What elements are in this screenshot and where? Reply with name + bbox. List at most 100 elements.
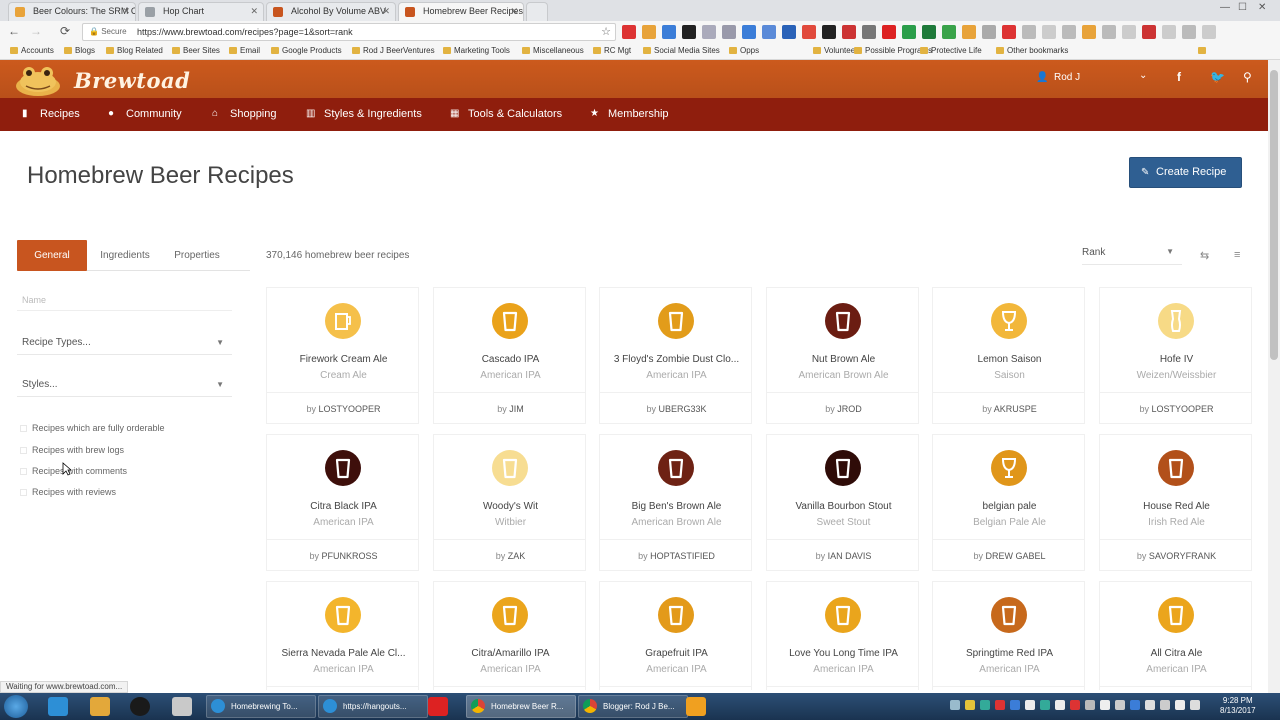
recipe-name[interactable]: Love You Long Time IPA	[771, 648, 916, 659]
extension-icon[interactable]	[942, 25, 956, 39]
recipe-card[interactable]: 3 Floyd's Zombie Dust Clo... American IPA…	[599, 287, 752, 424]
recipe-author[interactable]: by UBERG33K	[604, 404, 749, 414]
recipe-card[interactable]: Big Ben's Brown Ale American Brown Ale by …	[599, 434, 752, 571]
recipe-card[interactable]: Cascado IPA American IPA by JIM	[433, 287, 586, 424]
taskbar-task[interactable]: https://hangouts...	[318, 695, 428, 718]
recipe-name[interactable]: Grapefruit IPA	[604, 648, 749, 659]
author-name[interactable]: PFUNKROSS	[322, 551, 378, 561]
tray-icon[interactable]	[1055, 700, 1065, 710]
extension-icon[interactable]	[882, 25, 896, 39]
tray-icon[interactable]	[1040, 700, 1050, 710]
minimize-icon[interactable]: —	[1220, 2, 1230, 13]
tab-general[interactable]: General	[17, 240, 87, 271]
bookmark-item[interactable]: Opps	[729, 46, 759, 55]
tray-icon[interactable]	[950, 700, 960, 710]
recipe-name[interactable]: All Citra Ale	[1104, 648, 1249, 659]
site-logo-text[interactable]: Brewtoad	[74, 68, 190, 93]
recipe-name[interactable]: House Red Ale	[1104, 501, 1249, 512]
recipe-author[interactable]: by LOSTYOOPER	[271, 404, 416, 414]
extension-icon[interactable]	[1002, 25, 1016, 39]
bookmark-item[interactable]: Blog Related	[106, 46, 163, 55]
tray-icon[interactable]	[1190, 700, 1200, 710]
tray-icon[interactable]	[1010, 700, 1020, 710]
extension-icon[interactable]	[762, 25, 776, 39]
extension-icon[interactable]	[1142, 25, 1156, 39]
recipe-author[interactable]: by ZAK	[438, 551, 583, 561]
tab-close-icon[interactable]: ✕	[122, 3, 130, 20]
extension-icon[interactable]	[862, 25, 876, 39]
filter-settings-icon[interactable]: ⇆	[1200, 249, 1209, 262]
forward-icon[interactable]: →	[30, 24, 42, 38]
tray-icon[interactable]	[1160, 700, 1170, 710]
tab-close-icon[interactable]: ✕	[250, 3, 258, 20]
tray-icon[interactable]	[1115, 700, 1125, 710]
recipe-name[interactable]: Cascado IPA	[438, 354, 583, 365]
recipe-author[interactable]: by HOPTASTIFIED	[604, 551, 749, 561]
recipe-name[interactable]: Sierra Nevada Pale Ale Cl...	[271, 648, 416, 659]
bookmark-item[interactable]: Miscellaneous	[522, 46, 584, 55]
nav-membership[interactable]: ★ Membership	[590, 108, 669, 120]
taskbar-clock[interactable]: 9:28 PM 8/13/2017	[1220, 696, 1256, 716]
media-icon[interactable]	[130, 697, 150, 716]
twitter-icon[interactable]: 🐦	[1210, 70, 1225, 84]
page-scrollbar[interactable]	[1268, 60, 1280, 693]
outlook-icon[interactable]	[686, 697, 706, 716]
author-name[interactable]: SAVORYFRANK	[1149, 551, 1216, 561]
extension-icon[interactable]	[1082, 25, 1096, 39]
recipe-name[interactable]: Vanilla Bourbon Stout	[771, 501, 916, 512]
tray-icon[interactable]	[980, 700, 990, 710]
taskbar-task[interactable]: Homebrew Beer R...	[466, 695, 576, 718]
bookmark-item[interactable]: Social Media Sites	[643, 46, 720, 55]
extension-icon[interactable]	[722, 25, 736, 39]
recipe-author[interactable]: by AKRUSPE	[937, 404, 1082, 414]
recipe-author[interactable]: by LOSTYOOPER	[1104, 404, 1249, 414]
bookmark-item[interactable]: Marketing Tools	[443, 46, 510, 55]
facebook-icon[interactable]: f	[1177, 70, 1181, 84]
bookmark-item[interactable]: Blogs	[64, 46, 95, 55]
author-name[interactable]: JIM	[509, 404, 524, 414]
recipe-card[interactable]: Springtime Red IPA American IPA	[932, 581, 1085, 690]
maximize-icon[interactable]: ☐	[1238, 2, 1247, 13]
extension-icon[interactable]	[802, 25, 816, 39]
bookmark-item[interactable]: Volunteer	[813, 46, 858, 55]
extension-icon[interactable]	[742, 25, 756, 39]
start-button[interactable]	[4, 695, 28, 718]
extension-icon[interactable]	[1062, 25, 1076, 39]
recipe-card[interactable]: Firework Cream Ale Cream Ale by LOSTYOOPER	[266, 287, 419, 424]
bookmark-item[interactable]: Other bookmarks	[996, 46, 1068, 55]
extension-icon[interactable]	[642, 25, 656, 39]
author-name[interactable]: DREW GABEL	[986, 551, 1046, 561]
recipe-author[interactable]: by JIM	[438, 404, 583, 414]
extension-icon[interactable]	[1042, 25, 1056, 39]
extension-icon[interactable]	[682, 25, 696, 39]
recipe-author[interactable]: by JROD	[771, 404, 916, 414]
search-icon[interactable]: ⚲	[1243, 70, 1252, 84]
reload-icon[interactable]: ⟳	[60, 24, 70, 38]
recipe-author[interactable]: by DREW GABEL	[937, 551, 1082, 561]
extension-icon[interactable]	[702, 25, 716, 39]
tray-icon[interactable]	[965, 700, 975, 710]
author-name[interactable]: JROD	[837, 404, 862, 414]
user-menu[interactable]: 👤 Rod J	[1036, 72, 1080, 83]
recipe-card[interactable]: House Red Ale Irish Red Ale by SAVORYFRANK	[1099, 434, 1252, 571]
bookmark-item[interactable]: Beer Sites	[172, 46, 220, 55]
author-name[interactable]: LOSTYOOPER	[1152, 404, 1214, 414]
app-icon[interactable]	[172, 697, 192, 716]
extension-icon[interactable]	[1122, 25, 1136, 39]
extension-icon[interactable]	[962, 25, 976, 39]
nav-community[interactable]: ● Community	[108, 108, 182, 120]
acrobat-icon[interactable]	[428, 697, 448, 716]
extension-icon[interactable]	[1022, 25, 1036, 39]
extension-icon[interactable]	[842, 25, 856, 39]
recipe-name[interactable]: belgian pale	[937, 501, 1082, 512]
toad-logo-icon[interactable]	[14, 64, 62, 96]
tray-icon[interactable]	[1085, 700, 1095, 710]
extension-icon[interactable]	[922, 25, 936, 39]
browser-tab[interactable]: Beer Colours: The SRM C ✕	[8, 2, 136, 21]
bookmark-item[interactable]: Accounts	[10, 46, 54, 55]
recipe-card[interactable]: Citra Black IPA American IPA by PFUNKROSS	[266, 434, 419, 571]
tab-ingredients[interactable]: Ingredients	[93, 240, 157, 271]
tray-icon[interactable]	[1130, 700, 1140, 710]
bookmark-item[interactable]: Protective Life	[920, 46, 982, 55]
checkbox[interactable]	[20, 425, 27, 432]
